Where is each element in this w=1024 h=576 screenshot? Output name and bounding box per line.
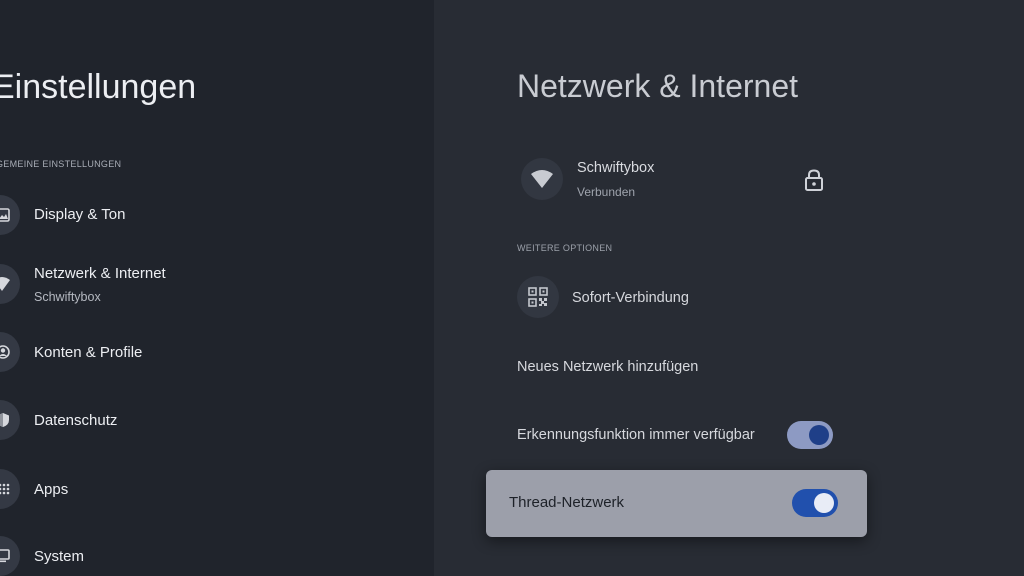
page-title: Netzwerk & Internet bbox=[517, 68, 798, 104]
sidebar-item-label: System bbox=[34, 548, 85, 565]
network-status: Verbunden bbox=[577, 185, 636, 199]
thread-network-label: Thread-Netzwerk bbox=[509, 494, 625, 511]
scanning-always-label: Erkennungsfunktion immer verfügbar bbox=[517, 427, 755, 443]
scanning-always-row[interactable]: Erkennungsfunktion immer verfügbar bbox=[517, 413, 837, 457]
connected-network-row[interactable]: Schwiftybox Verbunden bbox=[517, 152, 837, 208]
instant-connect-label: Sofort-Verbindung bbox=[572, 290, 689, 306]
sidebar-item-sublabel: Schwiftybox bbox=[34, 290, 101, 304]
sidebar-section-header: GEMEINE EINSTELLUNGEN bbox=[0, 159, 122, 169]
apps-icon bbox=[0, 469, 20, 509]
thread-network-row[interactable]: Thread-Netzwerk bbox=[486, 470, 867, 537]
sidebar-item-label: Apps bbox=[34, 481, 69, 498]
wifi-icon bbox=[0, 264, 20, 304]
sidebar-item-system[interactable]: System bbox=[0, 516, 430, 576]
scanning-always-toggle[interactable] bbox=[787, 421, 833, 449]
add-network-label: Neues Netzwerk hinzufügen bbox=[517, 359, 699, 375]
qr-code-icon bbox=[517, 276, 559, 318]
sidebar-item-label: Konten & Profile bbox=[34, 344, 143, 361]
sidebar-item-apps[interactable]: Apps bbox=[0, 459, 430, 519]
sidebar-item-network[interactable]: Netzwerk & Internet Schwiftybox bbox=[0, 254, 430, 314]
sidebar-title: Einstellungen bbox=[0, 68, 197, 106]
thread-network-toggle[interactable] bbox=[792, 489, 838, 517]
more-options-header: WEITERE OPTIONEN bbox=[517, 243, 613, 253]
sidebar-item-display[interactable]: Display & Ton bbox=[0, 185, 430, 245]
sidebar-item-privacy[interactable]: Datenschutz bbox=[0, 390, 430, 450]
sidebar-item-label: Netzwerk & Internet bbox=[34, 265, 166, 282]
sidebar-item-accounts[interactable]: Konten & Profile bbox=[0, 322, 430, 382]
settings-sidebar: Einstellungen GEMEINE EINSTELLUNGEN Disp… bbox=[0, 0, 434, 576]
sidebar-item-label: Display & Ton bbox=[34, 206, 126, 223]
shield-icon bbox=[0, 400, 20, 440]
add-network-row[interactable]: Neues Netzwerk hinzufügen bbox=[517, 345, 837, 389]
sidebar-item-label: Datenschutz bbox=[34, 412, 118, 429]
account-icon bbox=[0, 332, 20, 372]
toggle-knob bbox=[809, 425, 829, 445]
lock-icon bbox=[805, 169, 823, 191]
toggle-knob bbox=[814, 493, 834, 513]
network-name: Schwiftybox bbox=[577, 160, 655, 176]
system-icon bbox=[0, 536, 20, 576]
wifi-icon bbox=[521, 158, 563, 200]
display-icon bbox=[0, 195, 20, 235]
instant-connect-row[interactable]: Sofort-Verbindung bbox=[517, 276, 837, 320]
